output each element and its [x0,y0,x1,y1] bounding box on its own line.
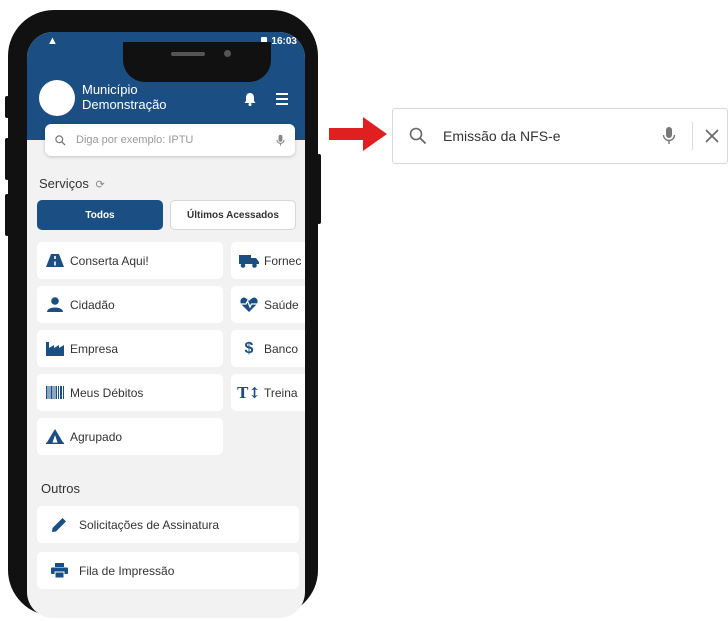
printer-icon [49,563,69,578]
brand-line-1: Município [82,82,138,97]
dollar-icon: $ [244,339,254,357]
service-label: Agrupado [70,429,123,444]
tab-label: Todos [85,209,115,221]
others-title: Outros [41,481,81,496]
tab-todos[interactable]: Todos [37,200,163,230]
bell-icon[interactable] [244,92,256,106]
service-cidadao[interactable]: Cidadão [37,286,223,323]
search-icon [409,127,427,145]
brand-name: Município Demonstração [82,82,167,112]
service-agrupado[interactable]: Agrupado [37,418,223,455]
service-label: Banco [264,341,299,356]
service-meus-debitos[interactable]: Meus Débitos [37,374,223,411]
menu-icon[interactable] [276,93,288,108]
barcode-icon [45,386,65,399]
menu-bar [276,103,288,105]
side-button [5,138,9,180]
service-treinamento[interactable]: T↕ Treina [231,374,305,411]
side-button [5,194,9,236]
service-conserta-aqui[interactable]: Conserta Aqui! [37,242,223,279]
menu-bar [276,98,288,100]
services-title: Serviços ⟳ [39,176,105,191]
close-icon[interactable] [705,129,719,143]
tab-label: Últimos Acessados [187,209,279,221]
service-label: Conserta Aqui! [70,253,149,268]
tent-icon [45,429,65,444]
truck-icon [239,254,259,268]
service-label: Meus Débitos [70,385,144,400]
speaker [171,52,205,56]
other-label: Solicitações de Assinatura [79,517,220,532]
red-arrow-icon [329,117,387,151]
camera [224,50,231,57]
service-empresa[interactable]: Empresa [37,330,223,367]
industry-icon [45,341,65,356]
service-banco[interactable]: $ Banco [231,330,305,367]
signal-icon: ▲ [47,35,58,47]
person-icon [45,297,65,312]
text-height-icon: T↕ [237,383,261,402]
side-button [317,154,321,224]
phone-screen: ▲ 16:03 Município Demonstração Diga por … [27,32,305,618]
other-solicitacoes-assinatura[interactable]: Solicitações de Assinatura [37,506,299,543]
logo [39,80,75,116]
search-placeholder: Diga por exemplo: IPTU [76,134,194,146]
search-bar-callout[interactable]: Emissão da NFS-e [392,108,728,164]
side-button [5,96,9,118]
services-title-text: Serviços [39,176,89,191]
microphone-icon[interactable] [276,134,285,147]
brand-line-2: Demonstração [82,97,167,112]
clock: 16:03 [271,36,297,47]
other-label: Fila de Impressão [79,563,175,578]
search-icon [55,134,66,146]
refresh-icon[interactable]: ⟳ [95,179,104,191]
menu-bar [276,93,288,95]
service-label: Empresa [70,341,119,356]
other-fila-impressao[interactable]: Fila de Impressão [37,552,299,589]
phone-notch [123,42,271,82]
service-label: Cidadão [70,297,115,312]
tab-ultimos-acessados[interactable]: Últimos Acessados [170,200,296,230]
search-divider [692,122,693,150]
microphone-icon[interactable] [662,126,676,146]
phone-frame: ▲ 16:03 Município Demonstração Diga por … [5,10,321,618]
service-label: Treina [264,385,298,400]
service-fornecedor[interactable]: Fornec [231,242,305,279]
search-input[interactable]: Diga por exemplo: IPTU [45,124,295,156]
service-label: Fornec [264,253,302,268]
road-icon [45,254,65,267]
heartbeat-icon [239,297,259,312]
pencil-icon [49,517,69,533]
service-label: Saúde [264,297,299,312]
service-saude[interactable]: Saúde [231,286,305,323]
search-value[interactable]: Emissão da NFS-e [443,128,662,144]
